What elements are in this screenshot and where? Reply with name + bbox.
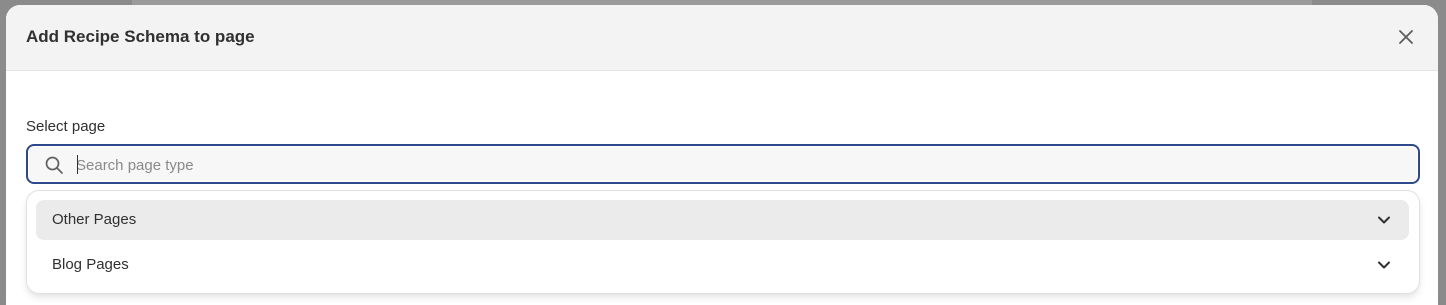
modal-header: Add Recipe Schema to page (6, 5, 1438, 71)
modal-title: Add Recipe Schema to page (26, 27, 255, 46)
modal-dialog: Add Recipe Schema to page Select page Ot… (6, 5, 1438, 305)
search-field[interactable] (26, 144, 1420, 184)
option-other-pages[interactable]: Other Pages (36, 200, 1409, 240)
option-label: Other Pages (52, 211, 137, 228)
close-button[interactable] (1394, 25, 1418, 49)
chevron-down-icon (1378, 261, 1390, 269)
search-icon (45, 156, 63, 174)
select-page-label: Select page (26, 118, 106, 135)
option-label: Blog Pages (52, 256, 129, 273)
text-caret (77, 155, 78, 174)
option-blog-pages[interactable]: Blog Pages (36, 245, 1409, 285)
chevron-down-icon (1378, 216, 1390, 224)
close-icon (1399, 30, 1413, 44)
search-input[interactable] (76, 152, 1396, 178)
page-type-dropdown: Other Pages Blog Pages (27, 191, 1419, 293)
